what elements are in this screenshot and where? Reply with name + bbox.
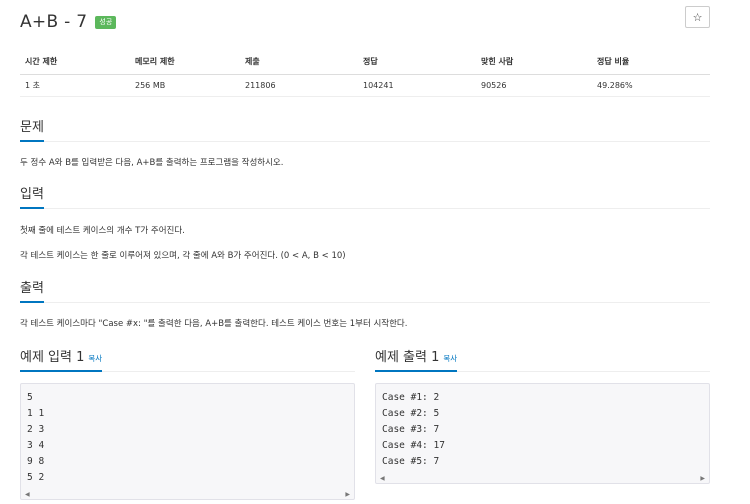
sample-input-line: 9 8 — [27, 456, 45, 467]
description-text: 두 정수 A와 B를 입력받은 다음, A+B를 출력하는 프로그램을 작성하시… — [20, 158, 284, 168]
description-section-header: 문제 — [20, 116, 710, 142]
value-solvers: 90526 — [481, 80, 507, 90]
scroll-left-icon[interactable]: ◀ — [380, 475, 385, 482]
sample-input-header: 예제 입력 1 복사 — [20, 346, 355, 372]
value-submissions: 211806 — [245, 80, 276, 90]
value-time-limit: 1 초 — [25, 80, 40, 90]
sample-output-header: 예제 출력 1 복사 — [375, 346, 710, 372]
input-section-header: 입력 — [20, 183, 710, 209]
sample-output-line: Case #3: 7 — [382, 424, 440, 435]
header-submissions: 제출 — [240, 50, 358, 75]
copy-output-button[interactable]: 복사 — [443, 354, 457, 363]
stats-value-row: 1 초 256 MB 211806 104241 90526 49.286% — [20, 74, 710, 96]
problem-header: A+B - 7 성공 — [20, 10, 117, 34]
output-text: 각 테스트 케이스마다 "Case #x: "를 출력한 다음, A+B를 출력… — [20, 319, 408, 329]
sample-input-line: 5 — [27, 392, 33, 403]
sample-input-line: 3 4 — [27, 440, 45, 451]
header-memory-limit: 메모리 제한 — [130, 50, 240, 75]
scroll-right-icon[interactable]: ▶ — [700, 475, 705, 482]
value-ratio: 49.286% — [597, 80, 633, 90]
sample-output-line: Case #2: 5 — [382, 408, 440, 419]
favorite-button[interactable]: ☆ — [685, 6, 710, 28]
sample-output-box[interactable]: Case #1: 2 Case #2: 5 Case #3: 7 Case #4: 1… — [375, 383, 710, 484]
sample-input-label: 예제 입력 1 복사 — [20, 346, 103, 372]
sample-output-line: Case #5: 7 — [382, 456, 440, 467]
sample-input-line: 2 3 — [27, 424, 45, 435]
copy-input-button[interactable]: 복사 — [88, 354, 102, 363]
sample-output-line: Case #1: 2 — [382, 392, 440, 403]
value-memory-limit: 256 MB — [135, 80, 166, 90]
scroll-right-icon[interactable]: ▶ — [345, 491, 350, 498]
header-accepted: 정답 — [358, 50, 476, 75]
input-text-line-1: 첫째 줄에 테스트 케이스의 개수 T가 주어진다. — [20, 226, 185, 236]
status-badge: 성공 — [95, 15, 117, 29]
input-text-line-2: 각 테스트 케이스는 한 줄로 이루어져 있으며, 각 줄에 A와 B가 주어진… — [20, 251, 346, 261]
scroll-left-icon[interactable]: ◀ — [25, 491, 30, 498]
header-solvers: 맞힌 사람 — [476, 50, 592, 75]
sample-input-lines: 5 1 1 2 3 3 4 9 8 5 2 — [21, 384, 354, 486]
horizontal-scrollbar[interactable]: ◀ ▶ — [21, 489, 354, 499]
sample-output-lines: Case #1: 2 Case #2: 5 Case #3: 7 Case #4: 1… — [376, 384, 709, 470]
sample-output-line: Case #4: 17 — [382, 440, 445, 451]
value-accepted: 104241 — [363, 80, 394, 90]
problem-title: A+B - 7 — [20, 12, 88, 32]
input-title: 입력 — [20, 183, 44, 209]
sample-output-label: 예제 출력 1 복사 — [375, 346, 458, 372]
description-title: 문제 — [20, 116, 44, 142]
stats-header-row: 시간 제한 메모리 제한 제출 정답 맞힌 사람 정답 비율 — [20, 50, 710, 75]
sample-input-line: 5 2 — [27, 472, 45, 483]
horizontal-scrollbar[interactable]: ◀ ▶ — [376, 473, 709, 483]
sample-input-box[interactable]: 5 1 1 2 3 3 4 9 8 5 2 ◀ ▶ — [20, 383, 355, 500]
sample-input-line: 1 1 — [27, 408, 45, 419]
output-section-header: 출력 — [20, 277, 710, 303]
problem-stats-table: 시간 제한 메모리 제한 제출 정답 맞힌 사람 정답 비율 1 초 256 M… — [20, 50, 710, 97]
star-icon: ☆ — [692, 10, 703, 24]
header-ratio: 정답 비율 — [592, 50, 710, 75]
output-title: 출력 — [20, 277, 44, 303]
header-time-limit: 시간 제한 — [20, 50, 130, 75]
